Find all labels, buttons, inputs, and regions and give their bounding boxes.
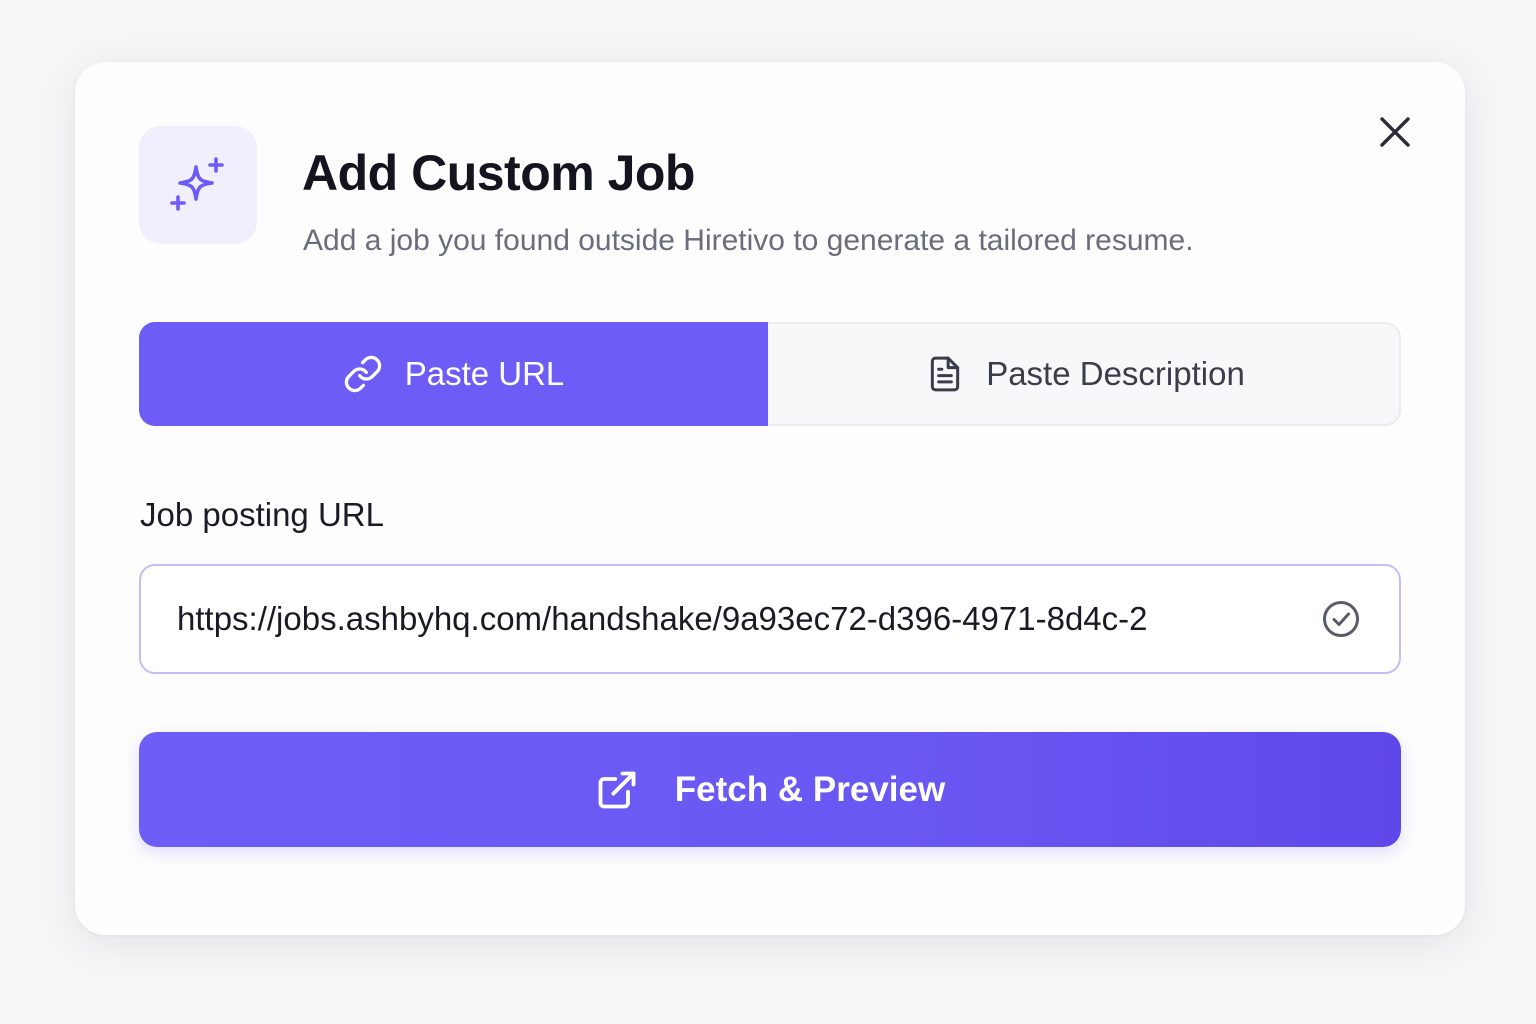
document-icon (931, 356, 960, 392)
check-circle-icon (1323, 601, 1359, 637)
link-icon (344, 355, 381, 393)
tab-paste-url[interactable]: Paste URL (139, 322, 768, 426)
modal-title: Add Custom Job (302, 145, 695, 201)
modal-subtitle: Add a job you found outside Hiretivo to … (303, 224, 1194, 257)
external-link-icon (598, 771, 636, 808)
tab-paste-url-label: Paste URL (404, 355, 565, 392)
tab-paste-description-label: Paste Description (986, 355, 1245, 392)
close-button[interactable] (1367, 104, 1423, 160)
sparkle-icon (170, 157, 224, 211)
input-mode-tabs: Paste URL Paste Description (139, 322, 1401, 426)
close-icon (1380, 117, 1410, 147)
fetch-preview-label: Fetch & Preview (674, 769, 946, 809)
fetch-preview-button[interactable]: Fetch & Preview (139, 732, 1401, 847)
tab-paste-description[interactable]: Paste Description (768, 322, 1403, 426)
job-url-label: Job posting URL (140, 496, 384, 533)
job-url-input[interactable] (177, 566, 1287, 672)
job-url-input-wrapper (139, 564, 1401, 674)
add-custom-job-modal: Add Custom Job Add a job you found outsi… (75, 62, 1465, 935)
header-icon-tile (139, 126, 257, 244)
